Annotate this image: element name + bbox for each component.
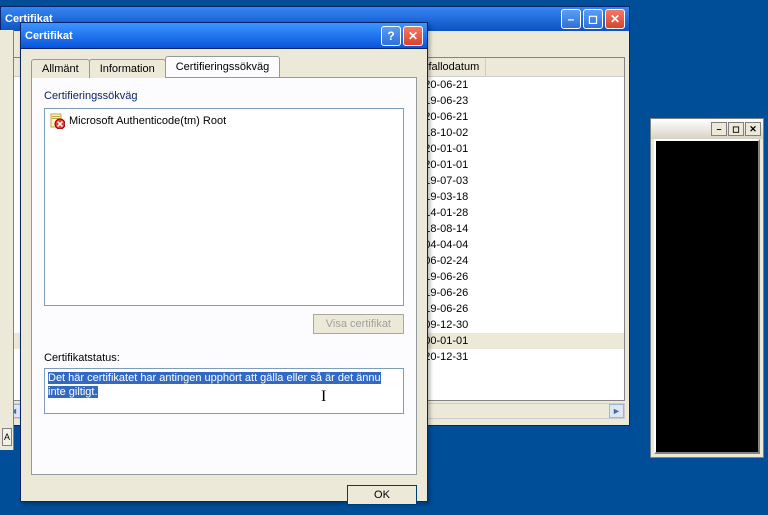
- console-minimize-button[interactable]: –: [711, 122, 727, 136]
- tab-cert-path[interactable]: Certifieringssökväg: [165, 56, 281, 77]
- view-certificate-button: Visa certifikat: [313, 314, 404, 334]
- console-maximize-button[interactable]: ◻: [728, 122, 744, 136]
- minimize-icon: –: [716, 124, 721, 134]
- dialog-title: Certifikat: [25, 30, 73, 42]
- cert-path-item[interactable]: Microsoft Authenticode(tm) Root: [49, 113, 399, 129]
- certificate-dialog: Certifikat ? ✕ Allmänt Information Certi…: [20, 22, 428, 502]
- cert-status-box[interactable]: Det här certifikatet har antingen upphör…: [44, 368, 404, 414]
- help-button[interactable]: ?: [381, 26, 401, 46]
- help-icon: ?: [387, 29, 394, 43]
- close-icon: ✕: [610, 12, 620, 26]
- cert-status-label: Certifikatstatus:: [44, 352, 404, 364]
- cert-status-text: Det här certifikatet har antingen upphör…: [48, 372, 381, 398]
- dialog-close-button[interactable]: ✕: [403, 26, 423, 46]
- taskbar-item[interactable]: A: [2, 428, 12, 446]
- close-icon: ✕: [749, 124, 757, 135]
- close-button[interactable]: ✕: [605, 9, 625, 29]
- maximize-button[interactable]: ◻: [583, 9, 603, 29]
- maximize-icon: ◻: [588, 12, 598, 26]
- cert-path-label: Certifieringssökväg: [44, 90, 404, 102]
- maximize-icon: ◻: [732, 124, 739, 135]
- certificate-error-icon: [49, 113, 65, 129]
- console-close-button[interactable]: ✕: [745, 122, 761, 136]
- scroll-right-icon[interactable]: ►: [609, 404, 624, 418]
- tab-information[interactable]: Information: [89, 59, 166, 78]
- tab-panel-cert-path: Certifieringssökväg Microsoft Authentico…: [31, 77, 417, 475]
- minimize-icon: –: [568, 12, 575, 26]
- minimize-button[interactable]: –: [561, 9, 581, 29]
- left-edge-remnant: A: [0, 30, 14, 450]
- console-window: – ◻ ✕: [650, 118, 764, 458]
- console-body[interactable]: [654, 139, 760, 454]
- dialog-titlebar[interactable]: Certifikat ? ✕: [21, 23, 427, 49]
- cert-path-item-label: Microsoft Authenticode(tm) Root: [69, 115, 226, 127]
- cert-path-tree[interactable]: Microsoft Authenticode(tm) Root: [44, 108, 404, 306]
- console-titlebar[interactable]: – ◻ ✕: [651, 119, 763, 139]
- tab-strip: Allmänt Information Certifieringssökväg: [31, 55, 417, 77]
- tab-general[interactable]: Allmänt: [31, 59, 90, 78]
- ok-button[interactable]: OK: [347, 485, 417, 505]
- close-icon: ✕: [408, 29, 418, 43]
